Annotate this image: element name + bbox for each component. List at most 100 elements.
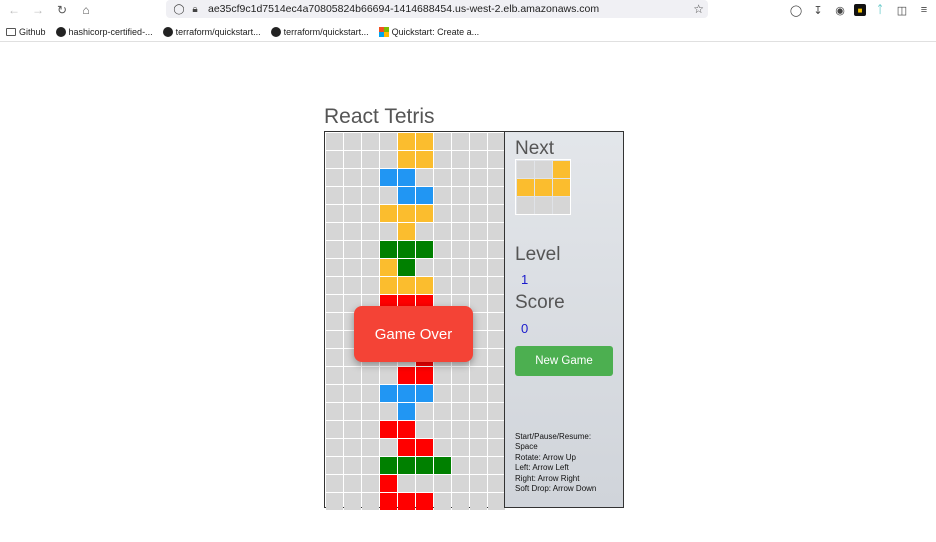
board-cell-empty — [434, 205, 451, 222]
board-cell-empty — [326, 223, 343, 240]
board-cell-empty — [326, 439, 343, 456]
board-cell-filled — [380, 457, 397, 474]
board-cell-filled — [398, 133, 415, 150]
page-title: React Tetris — [324, 105, 435, 128]
board-cell-empty — [344, 133, 361, 150]
extensions-puzzle-icon[interactable]: ◫ — [894, 2, 910, 18]
board-cell-filled — [398, 439, 415, 456]
score-label: Score — [515, 292, 565, 313]
home-icon[interactable]: ⌂ — [76, 0, 96, 20]
board-cell-empty — [488, 295, 505, 312]
board-cell-empty — [488, 385, 505, 402]
board-cell-filled — [398, 367, 415, 384]
board-cell-empty — [488, 439, 505, 456]
board-cell-empty — [470, 223, 487, 240]
board-cell-empty — [380, 187, 397, 204]
next-cell-empty — [517, 161, 534, 178]
board-cell-filled — [416, 187, 433, 204]
next-piece-preview — [515, 159, 571, 215]
board-cell-empty — [434, 241, 451, 258]
board-cell-empty — [398, 475, 415, 492]
board-cell-empty — [470, 241, 487, 258]
board-cell-empty — [434, 259, 451, 276]
board-cell-filled — [380, 169, 397, 186]
board-cell-filled — [380, 259, 397, 276]
board-cell-empty — [326, 367, 343, 384]
board-cell-empty — [488, 403, 505, 420]
board-cell-empty — [326, 151, 343, 168]
board-cell-empty — [434, 169, 451, 186]
board-cell-empty — [470, 367, 487, 384]
board-cell-filled — [416, 277, 433, 294]
board-cell-empty — [362, 457, 379, 474]
board-cell-empty — [434, 151, 451, 168]
board-cell-empty — [488, 133, 505, 150]
board-cell-empty — [362, 133, 379, 150]
bookmark-quickstart[interactable]: Quickstart: Create a... — [378, 26, 479, 37]
board-cell-empty — [326, 385, 343, 402]
board-cell-empty — [362, 277, 379, 294]
forward-icon[interactable]: → — [28, 0, 48, 20]
board-cell-filled — [398, 151, 415, 168]
pocket-icon[interactable]: ◯ — [788, 2, 804, 18]
shield-icon[interactable]: ◯ — [172, 2, 186, 16]
branch-icon[interactable]: ᛏ — [872, 2, 888, 18]
controls-line: Rotate: Arrow Up — [515, 452, 576, 462]
download-icon[interactable]: ↧ — [810, 2, 826, 18]
board-cell-empty — [434, 367, 451, 384]
board-cell-empty — [344, 277, 361, 294]
bookmarks-bar: Github hashicorp-certified-... terraform… — [0, 22, 936, 42]
url-bar[interactable]: ◯ 🔒︎ ae35cf9c1d7514ec4a70805824b66694-14… — [166, 0, 708, 18]
controls-line: Soft Drop: Arrow Down — [515, 484, 597, 494]
board-cell-filled — [398, 259, 415, 276]
bookmark-terraform-1[interactable]: terraform/quickstart... — [162, 26, 261, 37]
board-cell-empty — [470, 385, 487, 402]
menu-icon[interactable]: ≡ — [916, 2, 932, 18]
board-cell-empty — [344, 493, 361, 510]
url-text[interactable]: ae35cf9c1d7514ec4a70805824b66694-1414688… — [208, 3, 599, 15]
board-cell-empty — [362, 187, 379, 204]
board-cell-empty — [362, 421, 379, 438]
board-cell-empty — [326, 331, 343, 348]
extension-icon[interactable]: ■ — [854, 4, 866, 16]
bookmark-hashicorp[interactable]: hashicorp-certified-... — [55, 26, 153, 37]
board-cell-empty — [488, 241, 505, 258]
board-cell-empty — [452, 403, 469, 420]
board-cell-filled — [398, 187, 415, 204]
board-cell-empty — [326, 133, 343, 150]
board-cell-empty — [326, 313, 343, 330]
board-cell-empty — [452, 421, 469, 438]
board-cell-empty — [488, 277, 505, 294]
toolbar-icons: ◯ ↧ ◉ ■ ᛏ ◫ ≡ — [788, 2, 932, 18]
board-cell-empty — [416, 169, 433, 186]
controls-help: Start/Pause/Resume: Space Rotate: Arrow … — [515, 432, 596, 494]
board-cell-empty — [434, 133, 451, 150]
board-cell-filled — [380, 475, 397, 492]
board-cell-empty — [326, 457, 343, 474]
next-label: Next — [515, 138, 555, 159]
board-cell-empty — [434, 187, 451, 204]
lock-icon[interactable]: 🔒︎ — [188, 2, 202, 16]
board-cell-empty — [326, 403, 343, 420]
game-over-overlay[interactable]: Game Over — [354, 306, 473, 362]
back-icon[interactable]: ← — [4, 0, 24, 20]
board-cell-empty — [344, 241, 361, 258]
board-cell-empty — [380, 439, 397, 456]
next-cell-empty — [553, 197, 570, 214]
reload-icon[interactable]: ↻ — [52, 0, 72, 20]
board-cell-filled — [398, 241, 415, 258]
board-cell-empty — [488, 421, 505, 438]
bookmark-terraform-2[interactable]: terraform/quickstart... — [270, 26, 369, 37]
bookmark-github-folder[interactable]: Github — [6, 27, 46, 37]
board-cell-filled — [416, 151, 433, 168]
board-cell-empty — [326, 493, 343, 510]
board-cell-empty — [452, 475, 469, 492]
board-cell-filled — [398, 421, 415, 438]
board-cell-filled — [416, 457, 433, 474]
board-cell-empty — [380, 133, 397, 150]
next-cell-filled — [553, 179, 570, 196]
new-game-button[interactable]: New Game — [515, 346, 613, 376]
account-icon[interactable]: ◉ — [832, 2, 848, 18]
board-cell-empty — [362, 151, 379, 168]
bookmark-star-icon[interactable]: ☆ — [693, 2, 704, 16]
